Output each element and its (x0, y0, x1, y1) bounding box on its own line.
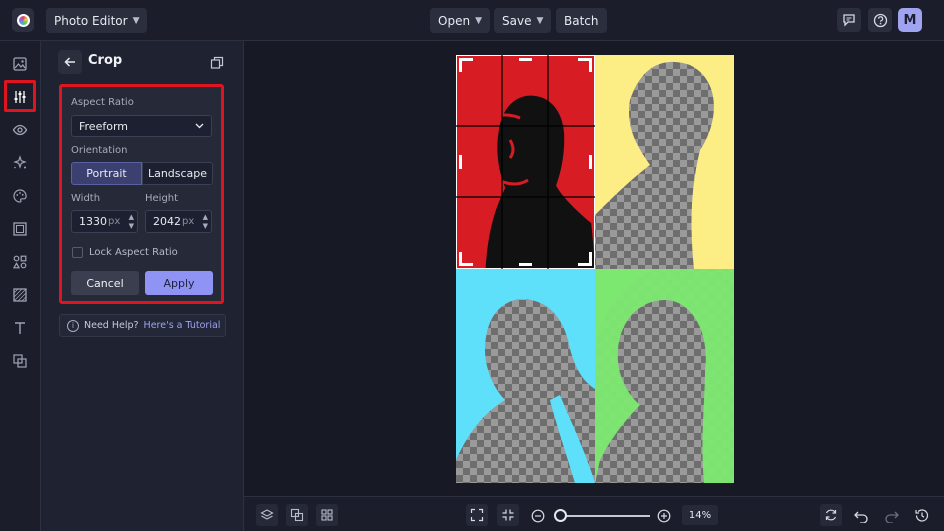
plus-circle-icon (657, 509, 671, 523)
undo-icon (854, 511, 868, 524)
quad-cyan (456, 269, 595, 483)
arrange-button[interactable] (286, 504, 308, 526)
history-icon (915, 509, 929, 522)
zoom-in-button[interactable] (657, 508, 671, 527)
image-canvas[interactable] (0, 0, 944, 531)
shrink-icon (502, 509, 514, 521)
grid-view-button[interactable] (316, 504, 338, 526)
refresh-icon (825, 509, 837, 521)
redo-icon (885, 511, 899, 524)
zoom-level[interactable]: 14% (682, 505, 718, 525)
history-button[interactable] (914, 508, 930, 527)
layers-stack-icon (260, 509, 274, 520)
minus-circle-icon (531, 509, 545, 523)
quad-red (456, 55, 596, 270)
refresh-button[interactable] (820, 504, 842, 526)
zoom-slider-track[interactable] (560, 515, 650, 517)
fit-screen-button[interactable] (466, 504, 488, 526)
quad-green (595, 269, 734, 483)
zoom-slider-handle[interactable] (554, 509, 567, 522)
grid-icon (321, 509, 333, 521)
quad-yellow (595, 55, 734, 269)
layers-button[interactable] (256, 504, 278, 526)
actual-size-button[interactable] (497, 504, 519, 526)
zoom-out-button[interactable] (531, 508, 545, 527)
expand-icon (470, 508, 484, 522)
undo-button[interactable] (853, 508, 869, 527)
redo-button[interactable] (884, 508, 900, 527)
overlap-icon (290, 508, 304, 522)
